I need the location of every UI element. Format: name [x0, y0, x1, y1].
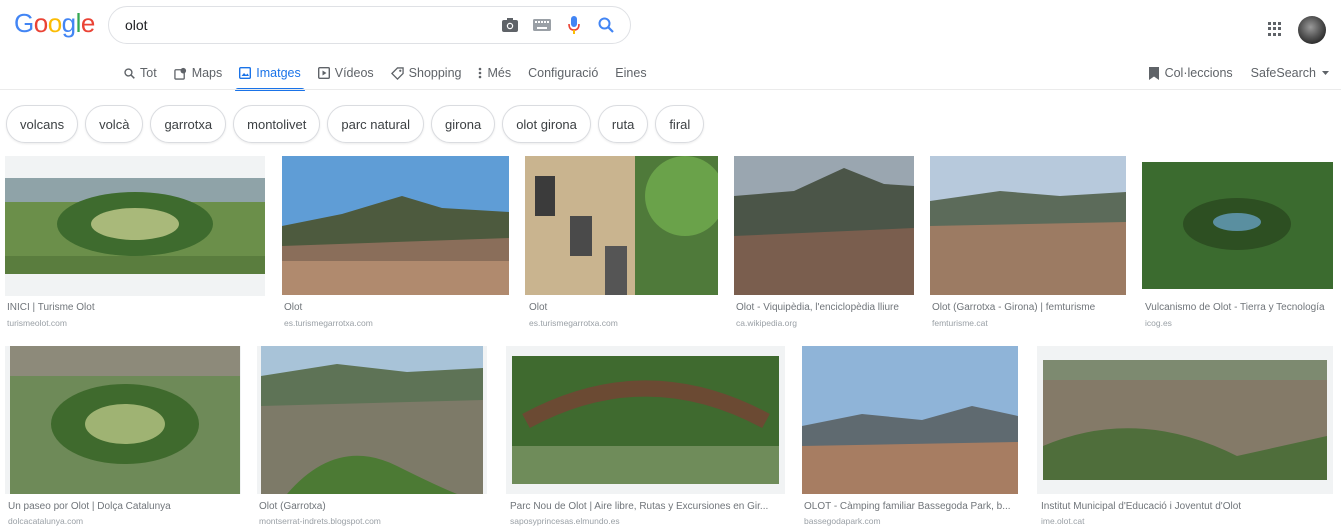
result-title[interactable]: Olot [284, 302, 302, 313]
result-title[interactable]: Vulcanismo de Olot - Tierra y Tecnología [1145, 302, 1325, 313]
result-title[interactable]: INICI | Turisme Olot [7, 302, 95, 313]
result-title[interactable]: Olot (Garrotxa - Girona) | femturisme [932, 302, 1095, 313]
tab-videos[interactable]: Vídeos [317, 58, 374, 88]
map-pin-icon [173, 67, 186, 80]
result-image-thumbnail[interactable] [802, 346, 1018, 494]
avatar[interactable] [1298, 16, 1326, 44]
result-title[interactable]: Olot - Viquipèdia, l'enciclopèdia lliure [736, 302, 899, 313]
result-image-thumbnail[interactable] [1037, 346, 1333, 494]
search-input[interactable]: olot [125, 17, 500, 33]
result-source: dolcacatalunya.com [8, 516, 84, 526]
nav-right: Col·leccions SafeSearch [1148, 58, 1329, 88]
chip[interactable]: olot girona [502, 105, 591, 143]
tab-shopping[interactable]: Shopping [390, 58, 462, 88]
search-icon [124, 67, 135, 79]
image-icon [239, 67, 252, 79]
collections-link[interactable]: Col·leccions [1148, 66, 1233, 80]
tab-eines[interactable]: Eines [615, 58, 646, 88]
play-icon [317, 67, 330, 79]
result-source: saposyprincesas.elmundo.es [510, 516, 620, 526]
tab-label: Tot [140, 66, 157, 80]
tab-mes[interactable]: Més [478, 58, 511, 88]
result-title[interactable]: Parc Nou de Olot | Aire libre, Rutas y E… [510, 501, 768, 512]
search-box[interactable]: olot [108, 6, 631, 44]
chip[interactable]: garrotxa [150, 105, 227, 143]
safesearch-dropdown[interactable]: SafeSearch [1251, 66, 1329, 80]
result-image-thumbnail[interactable] [257, 346, 487, 494]
chip[interactable]: volcans [6, 105, 79, 143]
result-title[interactable]: Olot [529, 302, 547, 313]
more-vert-icon [479, 67, 482, 79]
chip[interactable]: volcà [85, 105, 144, 143]
related-search-chips: volcans volcà garrotxa montolivet parc n… [6, 105, 705, 143]
result-source: es.turismegarrotxa.com [529, 318, 618, 328]
result-image-thumbnail[interactable] [506, 346, 785, 494]
collections-label: Col·leccions [1164, 66, 1233, 80]
search-nav-tabs: Tot Maps Imatges Vídeos Shopping Més Con… [124, 58, 664, 91]
tag-icon [390, 66, 404, 80]
result-image-thumbnail[interactable] [5, 346, 241, 494]
tab-label: Maps [191, 66, 223, 80]
microphone-icon[interactable] [564, 15, 584, 35]
keyboard-icon[interactable] [532, 15, 552, 35]
result-source: icog.es [1145, 318, 1172, 328]
caret-down-icon [1322, 71, 1329, 75]
camera-icon[interactable] [500, 15, 520, 35]
chip[interactable]: ruta [597, 105, 649, 143]
safesearch-label: SafeSearch [1250, 66, 1316, 80]
tab-tot[interactable]: Tot [124, 58, 157, 88]
result-image-thumbnail[interactable] [1142, 162, 1333, 289]
google-logo[interactable]: Google [14, 8, 95, 39]
search-icon[interactable] [596, 15, 616, 35]
result-source: ca.wikipedia.org [736, 318, 797, 328]
result-source: ime.olot.cat [1041, 516, 1085, 526]
tab-configuracio[interactable]: Configuració [528, 58, 598, 88]
result-source: femturisme.cat [932, 318, 988, 328]
result-image-thumbnail[interactable] [282, 156, 509, 295]
result-image-thumbnail[interactable] [930, 156, 1126, 295]
chip[interactable]: firal [655, 105, 705, 143]
tab-label: Imatges [256, 66, 301, 80]
result-title[interactable]: Institut Municipal d'Educació i Joventut… [1041, 501, 1241, 512]
result-source: es.turismegarrotxa.com [284, 318, 373, 328]
apps-grid-icon[interactable] [1268, 22, 1282, 36]
tab-label: Shopping [408, 66, 462, 80]
result-image-thumbnail[interactable] [5, 156, 265, 296]
tab-label: Configuració [528, 66, 599, 80]
tab-label: Eines [615, 66, 647, 80]
chip[interactable]: montolivet [233, 105, 321, 143]
tab-label: Més [487, 66, 512, 80]
bookmark-icon [1148, 66, 1159, 80]
result-source: bassegodapark.com [804, 516, 881, 526]
tab-imatges[interactable]: Imatges [235, 58, 306, 91]
result-title[interactable]: Un paseo por Olot | Dolça Catalunya [8, 501, 171, 512]
result-source: turismeolot.com [7, 318, 67, 328]
header-divider [0, 89, 1341, 90]
tab-label: Vídeos [334, 66, 374, 80]
tab-maps[interactable]: Maps [173, 58, 223, 88]
chip[interactable]: girona [431, 105, 496, 143]
chip[interactable]: parc natural [327, 105, 425, 143]
result-image-thumbnail[interactable] [525, 156, 718, 295]
result-source: montserrat-indrets.blogspot.com [259, 516, 381, 526]
result-title[interactable]: Olot (Garrotxa) [259, 501, 326, 512]
result-title[interactable]: OLOT - Càmping familiar Bassegoda Park, … [804, 501, 1011, 512]
result-image-thumbnail[interactable] [734, 156, 914, 295]
